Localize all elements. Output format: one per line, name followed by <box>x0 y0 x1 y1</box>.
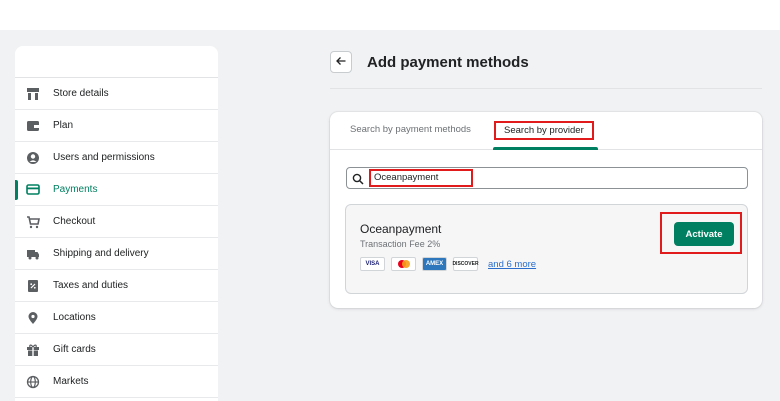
search-input[interactable] <box>374 170 472 184</box>
user-icon <box>26 151 40 165</box>
tab-search-by-payment-methods[interactable]: Search by payment methods <box>350 124 471 135</box>
tax-icon <box>26 279 40 293</box>
provider-fee: Transaction Fee 2% <box>360 239 441 249</box>
sidebar-item-label: Checkout <box>53 216 96 227</box>
provider-search-box[interactable] <box>346 167 748 189</box>
active-tab-indicator <box>493 147 598 150</box>
sidebar-item-checkout[interactable]: Checkout <box>15 206 218 238</box>
provider-name: Oceanpayment <box>360 222 442 236</box>
sidebar-item-gift-cards[interactable]: Gift cards <box>15 334 218 366</box>
store-icon <box>26 87 40 101</box>
sidebar-item-label: Store details <box>53 88 109 99</box>
truck-icon <box>26 247 40 261</box>
card-logos: VISA AMEX DISCOVER and 6 more <box>360 257 536 271</box>
search-icon <box>352 172 364 190</box>
sidebar-item-locations[interactable]: Locations <box>15 302 218 334</box>
top-bar <box>0 0 780 30</box>
provider-result-card: Oceanpayment Transaction Fee 2% VISA AME… <box>345 204 748 294</box>
amex-icon: AMEX <box>422 257 447 271</box>
sidebar-item-label: Users and permissions <box>53 152 155 163</box>
sidebar-item-plan[interactable]: Plan <box>15 110 218 142</box>
payments-icon <box>26 183 40 197</box>
settings-sidebar: Store details Plan Users and permissions… <box>15 46 218 401</box>
more-methods-link[interactable]: and 6 more <box>488 259 536 270</box>
activate-highlight-box: Activate <box>660 212 742 254</box>
sidebar-item-shipping[interactable]: Shipping and delivery <box>15 238 218 270</box>
sidebar-item-label: Shipping and delivery <box>53 248 149 259</box>
arrow-left-icon <box>335 55 347 70</box>
sidebar-item-label: Locations <box>53 312 96 323</box>
sidebar-item-label: Gift cards <box>53 344 96 355</box>
plan-icon <box>26 119 40 133</box>
sidebar-item-label: Payments <box>53 184 98 195</box>
back-button[interactable] <box>330 51 352 73</box>
sidebar-item-users[interactable]: Users and permissions <box>15 142 218 174</box>
sidebar-header <box>15 46 218 78</box>
sidebar-item-label: Plan <box>53 120 74 131</box>
mastercard-icon <box>391 257 416 271</box>
location-pin-icon <box>26 311 40 325</box>
activate-button[interactable]: Activate <box>674 222 734 246</box>
globe-icon <box>26 375 40 389</box>
sidebar-item-markets[interactable]: Markets <box>15 366 218 398</box>
sidebar-item-payments[interactable]: Payments <box>15 174 218 206</box>
sidebar-item-label: Taxes and duties <box>53 280 129 291</box>
search-tabs: Search by payment methods Search by prov… <box>330 112 762 150</box>
tab-search-by-provider[interactable]: Search by provider <box>494 121 594 140</box>
payment-search-card: Search by payment methods Search by prov… <box>330 112 762 308</box>
sidebar-item-label: Markets <box>53 376 89 387</box>
gift-icon <box>26 343 40 357</box>
sidebar-item-store-details[interactable]: Store details <box>15 78 218 110</box>
visa-icon: VISA <box>360 257 385 271</box>
page-title: Add payment methods <box>367 53 529 71</box>
cart-icon <box>26 215 40 229</box>
sidebar-item-taxes[interactable]: Taxes and duties <box>15 270 218 302</box>
discover-icon: DISCOVER <box>452 257 479 271</box>
header-divider <box>330 88 762 89</box>
page-header: Add payment methods <box>330 48 529 76</box>
